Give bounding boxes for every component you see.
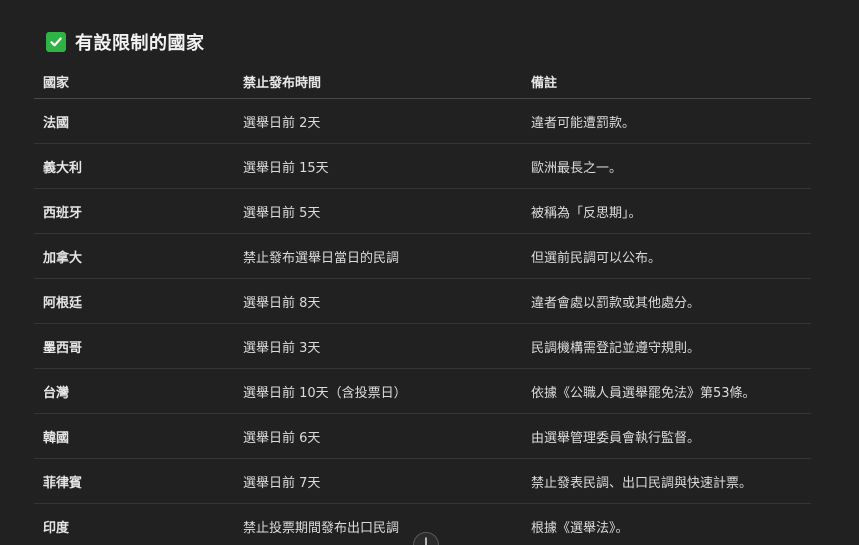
table-row: 西班牙 選舉日前 5天 被稱為「反思期」。 — [34, 188, 811, 234]
country-cell: 阿根廷 — [34, 278, 234, 324]
table-row: 法國 選舉日前 2天 違者可能遭罰款。 — [34, 98, 811, 144]
table-row: 加拿大 禁止發布選舉日當日的民調 但選前民調可以公布。 — [34, 233, 811, 279]
period-cell: 選舉日前 10天（含投票日） — [234, 368, 522, 414]
note-cell: 民調機構需登記並遵守規則。 — [522, 323, 811, 369]
table-row: 台灣 選舉日前 10天（含投票日） 依據《公職人員選舉罷免法》第53條。 — [34, 368, 811, 414]
table-row: 義大利 選舉日前 15天 歐洲最長之一。 — [34, 143, 811, 189]
section-heading: 有設限制的國家 — [46, 30, 205, 54]
period-cell: 選舉日前 8天 — [234, 278, 522, 324]
country-cell: 韓國 — [34, 413, 234, 459]
period-cell: 選舉日前 7天 — [234, 458, 522, 504]
period-cell: 選舉日前 15天 — [234, 143, 522, 189]
table-row: 墨西哥 選舉日前 3天 民調機構需登記並遵守規則。 — [34, 323, 811, 369]
country-cell: 加拿大 — [34, 233, 234, 279]
period-cell: 禁止發布選舉日當日的民調 — [234, 233, 522, 279]
country-cell: 台灣 — [34, 368, 234, 414]
note-cell: 被稱為「反思期」。 — [522, 188, 811, 234]
period-cell: 選舉日前 6天 — [234, 413, 522, 459]
note-cell: 違者可能遭罰款。 — [522, 98, 811, 144]
table-row: 韓國 選舉日前 6天 由選舉管理委員會執行監督。 — [34, 413, 811, 459]
note-cell: 歐洲最長之一。 — [522, 143, 811, 189]
check-box-icon — [46, 32, 66, 52]
column-header-period: 禁止發布時間 — [234, 64, 522, 99]
restrictions-table: 國家 禁止發布時間 備註 法國 選舉日前 2天 違者可能遭罰款。 義大利 選舉日… — [34, 64, 811, 545]
period-cell: 選舉日前 2天 — [234, 98, 522, 144]
note-cell: 根據《選舉法》。 — [522, 503, 811, 545]
country-cell: 西班牙 — [34, 188, 234, 234]
period-cell: 選舉日前 3天 — [234, 323, 522, 369]
country-cell: 菲律賓 — [34, 458, 234, 504]
note-cell: 由選舉管理委員會執行監督。 — [522, 413, 811, 459]
section-title: 有設限制的國家 — [75, 33, 205, 54]
period-cell: 禁止投票期間發布出口民調 — [234, 503, 522, 545]
arrow-down-icon — [419, 533, 433, 545]
table-header-row: 國家 禁止發布時間 備註 — [34, 64, 811, 99]
country-cell: 墨西哥 — [34, 323, 234, 369]
page: 有設限制的國家 國家 禁止發布時間 備註 法國 選舉日前 2天 違者可能遭罰款。… — [0, 0, 859, 545]
country-cell: 印度 — [34, 503, 234, 545]
table-row: 阿根廷 選舉日前 8天 違者會處以罰款或其他處分。 — [34, 278, 811, 324]
column-header-note: 備註 — [522, 64, 811, 99]
country-cell: 法國 — [34, 98, 234, 144]
column-header-country: 國家 — [34, 64, 234, 99]
note-cell: 禁止發表民調、出口民調與快速計票。 — [522, 458, 811, 504]
note-cell: 違者會處以罰款或其他處分。 — [522, 278, 811, 324]
country-cell: 義大利 — [34, 143, 234, 189]
note-cell: 但選前民調可以公布。 — [522, 233, 811, 279]
period-cell: 選舉日前 5天 — [234, 188, 522, 234]
note-cell: 依據《公職人員選舉罷免法》第53條。 — [522, 368, 811, 414]
table-row: 菲律賓 選舉日前 7天 禁止發表民調、出口民調與快速計票。 — [34, 458, 811, 504]
